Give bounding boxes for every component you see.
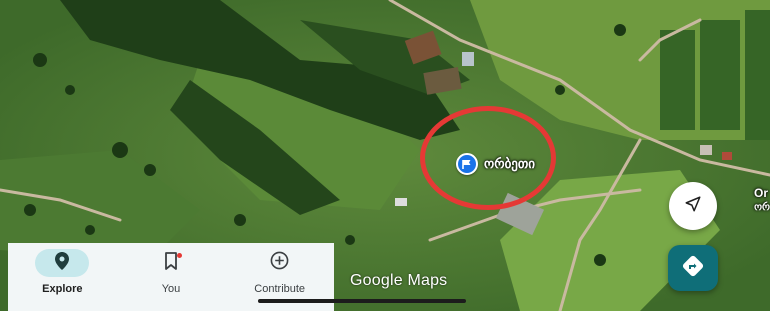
add-circle-icon	[270, 251, 289, 275]
nav-label-you: You	[161, 283, 181, 295]
bookmark-icon	[164, 251, 178, 275]
nav-label-explore: Explore	[42, 283, 83, 295]
flag-pin-icon[interactable]	[456, 153, 478, 175]
nav-you-pill	[144, 249, 198, 277]
notification-badge	[177, 253, 182, 258]
nav-label-contribute: Contribute	[254, 283, 306, 295]
place-marker[interactable]: ორბეთი	[456, 153, 535, 175]
directions-button[interactable]	[668, 245, 718, 291]
place-label[interactable]: ორბეთი	[484, 156, 535, 172]
navigation-arrow-icon	[684, 195, 702, 218]
location-pin-icon	[54, 251, 70, 276]
nav-contribute-pill	[253, 249, 307, 277]
edge-place-label-local[interactable]: ორ	[754, 202, 770, 213]
google-maps-attribution: Google Maps	[350, 272, 448, 289]
my-location-button[interactable]	[669, 182, 717, 230]
nav-you[interactable]: You	[117, 243, 226, 311]
edge-place-label[interactable]: Or	[754, 186, 768, 200]
nav-explore-pill	[35, 249, 90, 277]
directions-icon	[681, 254, 705, 283]
nav-explore[interactable]: Explore	[8, 243, 117, 311]
home-indicator[interactable]	[258, 299, 466, 303]
